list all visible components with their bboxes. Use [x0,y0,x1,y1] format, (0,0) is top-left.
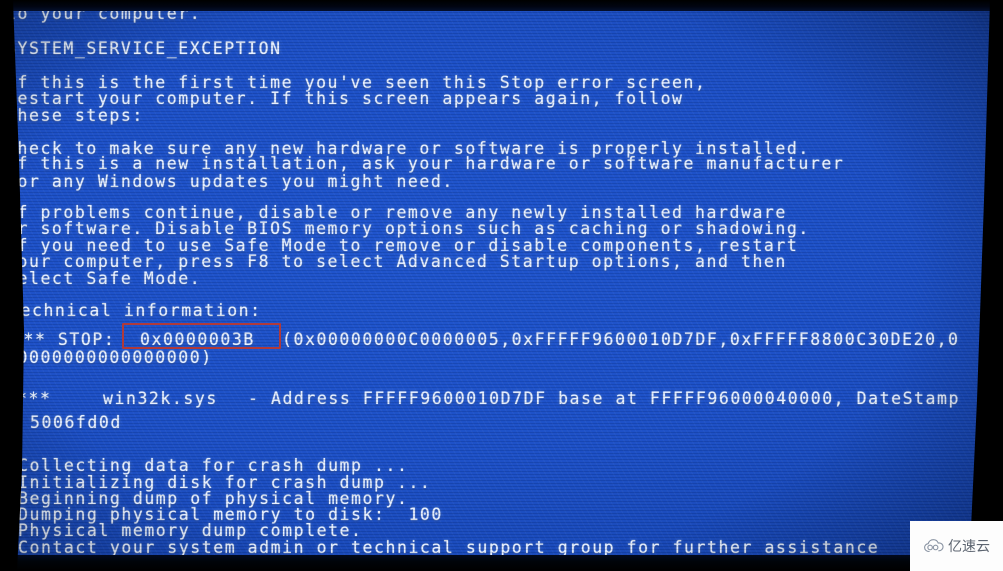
paragraph3-line-5: select Safe Mode. [6,269,202,288]
driver-module-name: win32k.sys [103,389,218,408]
watermark-label: 亿速云 [948,539,990,555]
stop-code-highlight-box [122,323,281,349]
stop-parameters-wrap: x0000000000000000) [6,348,213,367]
stop-line-prefix: *** STOP: [12,330,116,349]
driver-address-detail: - Address FFFFF9600010D7DF base at FFFFF… [248,389,960,408]
technical-information-heading: Technical information: [9,301,262,320]
paragraph1-line-3: these steps: [6,106,144,125]
paragraph2-line-2: If this is a new installation, ask your … [6,154,845,173]
photo-top-border [0,0,1003,11]
error-code-name: SYSTEM_SERVICE_EXCEPTION [6,39,282,58]
driver-datestamp-wrap: 5006fd0d [30,413,122,432]
paragraph2-line-3: for any Windows updates you might need. [6,172,454,191]
photo-bottom-border [0,555,1003,571]
bsod-screenshot: to your computer. SYSTEM_SERVICE_EXCEPTI… [0,0,1003,571]
stop-parameters: (0x00000000C0000005,0xFFFFF9600010D7DF,0… [282,330,960,349]
bsod-text-layer: to your computer. SYSTEM_SERVICE_EXCEPTI… [0,0,1003,571]
site-watermark: 亿速云 [910,521,1003,571]
cloud-icon [923,538,945,554]
